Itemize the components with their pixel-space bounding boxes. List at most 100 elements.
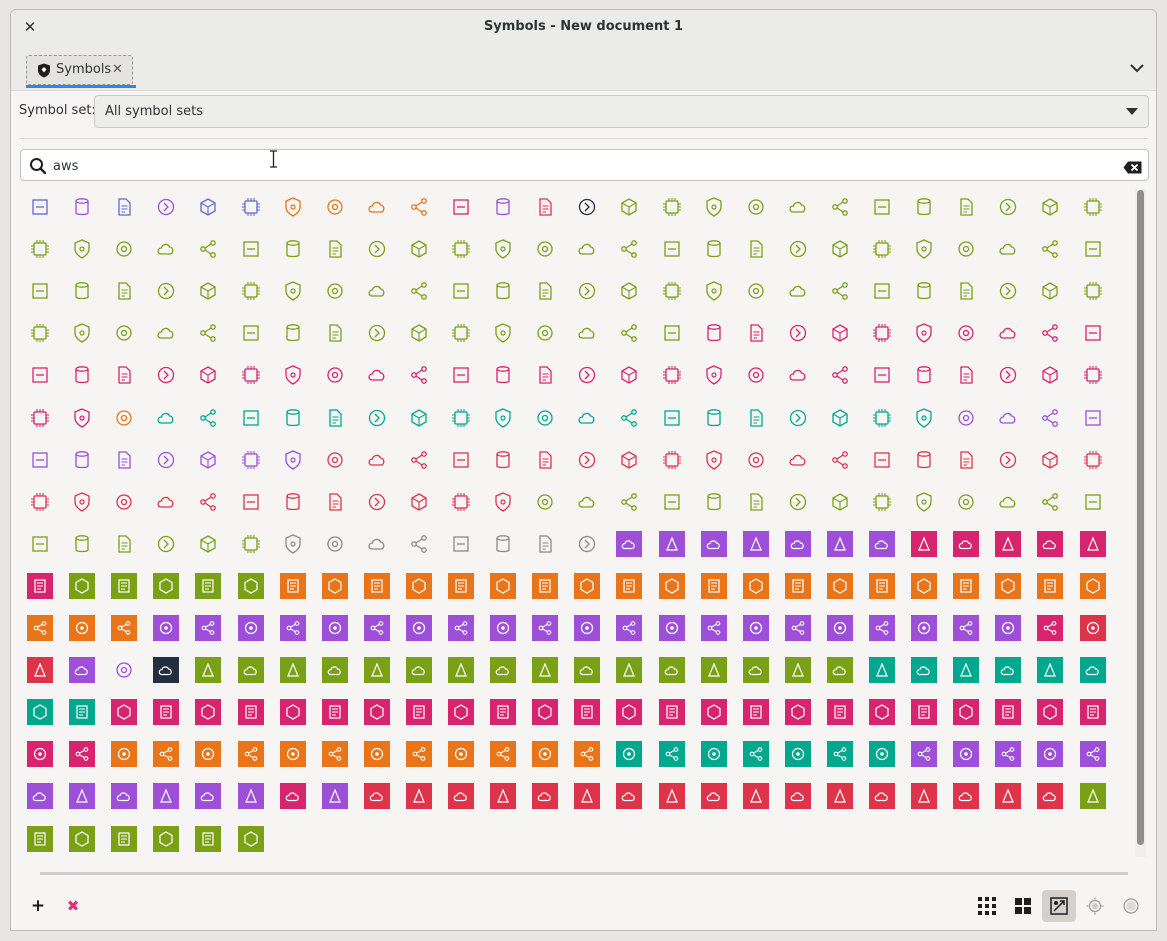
symbol-item[interactable] (574, 405, 600, 431)
symbol-item[interactable] (27, 699, 53, 725)
symbol-item[interactable] (153, 278, 179, 304)
symbol-item[interactable] (827, 447, 853, 473)
symbol-item[interactable] (280, 194, 306, 220)
symbol-item[interactable] (701, 236, 727, 262)
symbol-item[interactable] (195, 447, 221, 473)
symbol-item[interactable] (911, 447, 937, 473)
symbol-item[interactable] (701, 447, 727, 473)
symbol-item[interactable] (27, 657, 53, 683)
symbol-item[interactable] (490, 278, 516, 304)
symbol-item[interactable] (238, 236, 264, 262)
symbol-item[interactable] (616, 489, 642, 515)
symbol-item[interactable] (153, 783, 179, 809)
symbol-item[interactable] (911, 489, 937, 515)
symbol-item[interactable] (111, 489, 137, 515)
symbol-item[interactable] (574, 741, 600, 767)
symbol-item[interactable] (69, 194, 95, 220)
symbol-item[interactable] (406, 320, 432, 346)
symbol-item[interactable] (448, 573, 474, 599)
symbol-item[interactable] (827, 278, 853, 304)
symbol-item[interactable] (238, 447, 264, 473)
symbol-item[interactable] (869, 741, 895, 767)
symbol-item[interactable] (785, 489, 811, 515)
symbol-item[interactable] (616, 699, 642, 725)
symbol-item[interactable] (111, 194, 137, 220)
symbol-item[interactable] (1037, 573, 1063, 599)
symbol-item[interactable] (153, 489, 179, 515)
symbol-item[interactable] (1080, 615, 1106, 641)
symbol-item[interactable] (827, 194, 853, 220)
symbol-item[interactable] (111, 405, 137, 431)
symbol-item[interactable] (490, 531, 516, 557)
symbol-item[interactable] (869, 657, 895, 683)
symbol-item[interactable] (953, 741, 979, 767)
symbol-item[interactable] (532, 320, 558, 346)
symbol-item[interactable] (827, 783, 853, 809)
symbol-item[interactable] (364, 194, 390, 220)
symbol-item[interactable] (1080, 699, 1106, 725)
symbol-item[interactable] (111, 573, 137, 599)
symbol-item[interactable] (953, 531, 979, 557)
symbol-item[interactable] (911, 405, 937, 431)
symbol-item[interactable] (827, 573, 853, 599)
symbol-item[interactable] (1037, 236, 1063, 262)
symbol-item[interactable] (238, 783, 264, 809)
symbol-item[interactable] (659, 741, 685, 767)
symbol-item[interactable] (364, 573, 390, 599)
symbol-item[interactable] (195, 699, 221, 725)
symbol-item[interactable] (406, 615, 432, 641)
symbol-item[interactable] (616, 615, 642, 641)
symbol-item[interactable] (743, 699, 769, 725)
symbol-item[interactable] (195, 278, 221, 304)
large-grid-view-button[interactable] (1006, 890, 1040, 922)
symbol-item[interactable] (911, 783, 937, 809)
symbol-item[interactable] (280, 531, 306, 557)
symbol-item[interactable] (1037, 278, 1063, 304)
symbol-item[interactable] (238, 657, 264, 683)
symbol-item[interactable] (743, 320, 769, 346)
symbol-item[interactable] (195, 320, 221, 346)
symbol-item[interactable] (448, 531, 474, 557)
symbol-item[interactable] (406, 531, 432, 557)
symbol-item[interactable] (995, 278, 1021, 304)
symbol-item[interactable] (574, 657, 600, 683)
zoom-in-button[interactable] (1114, 890, 1148, 922)
symbol-item[interactable] (616, 741, 642, 767)
symbol-item[interactable] (532, 236, 558, 262)
symbol-item[interactable] (1037, 447, 1063, 473)
symbol-item[interactable] (785, 657, 811, 683)
symbol-item[interactable] (153, 573, 179, 599)
symbol-item[interactable] (953, 405, 979, 431)
symbol-item[interactable] (69, 489, 95, 515)
symbol-item[interactable] (953, 657, 979, 683)
symbol-item[interactable] (27, 489, 53, 515)
symbol-item[interactable] (1080, 405, 1106, 431)
symbol-item[interactable] (869, 320, 895, 346)
symbol-item[interactable] (701, 405, 727, 431)
symbol-item[interactable] (406, 741, 432, 767)
symbol-item[interactable] (574, 699, 600, 725)
symbol-item[interactable] (995, 699, 1021, 725)
symbol-item[interactable] (953, 278, 979, 304)
symbol-item[interactable] (111, 362, 137, 388)
symbol-item[interactable] (322, 573, 348, 599)
symbol-item[interactable] (995, 615, 1021, 641)
symbol-item[interactable] (27, 362, 53, 388)
symbol-item[interactable] (785, 699, 811, 725)
symbol-item[interactable] (280, 741, 306, 767)
symbol-item[interactable] (659, 573, 685, 599)
symbol-item[interactable] (995, 783, 1021, 809)
symbol-item[interactable] (785, 278, 811, 304)
symbol-item[interactable] (701, 615, 727, 641)
symbol-item[interactable] (280, 405, 306, 431)
symbol-item[interactable] (448, 405, 474, 431)
symbol-item[interactable] (574, 278, 600, 304)
symbol-item[interactable] (280, 236, 306, 262)
symbol-item[interactable] (27, 531, 53, 557)
symbol-item[interactable] (69, 447, 95, 473)
symbol-item[interactable] (743, 531, 769, 557)
symbol-item[interactable] (911, 362, 937, 388)
symbol-item[interactable] (322, 615, 348, 641)
symbol-item[interactable] (490, 615, 516, 641)
symbol-item[interactable] (743, 783, 769, 809)
